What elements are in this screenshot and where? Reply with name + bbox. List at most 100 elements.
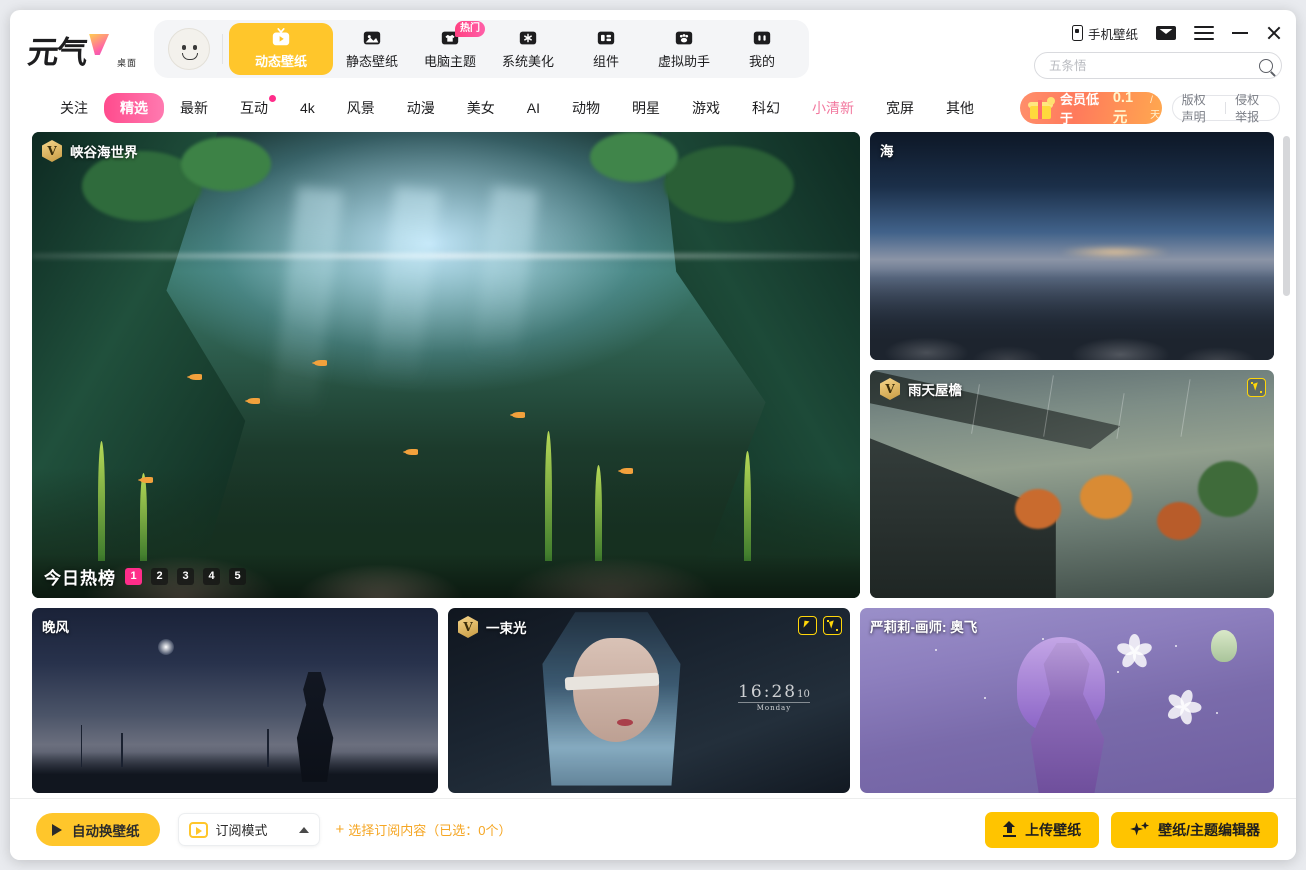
auto-change-wallpaper-button[interactable]: 自动换壁纸 <box>36 813 160 846</box>
sparkle-cursor-icon[interactable] <box>1247 378 1266 397</box>
wallpaper-card-yanlili[interactable]: 严莉莉-画师: 奥飞 <box>860 608 1274 793</box>
hot-page-5[interactable]: 5 <box>229 567 246 585</box>
wallpaper-thumbnail <box>32 132 860 598</box>
card-title-group: 严莉莉-画师: 奥飞 <box>870 616 977 636</box>
copyright-statement-link[interactable]: 版权声明 <box>1173 91 1226 125</box>
clock-time: 16:28 <box>738 682 798 702</box>
wallpaper-title: 严莉莉-画师: 奥飞 <box>870 620 978 635</box>
nav-item-dynamic-wallpaper[interactable]: 动态壁纸 <box>229 23 333 75</box>
nav-label: 我的 <box>748 54 775 69</box>
wallpaper-title: 峡谷海世界 <box>70 145 138 160</box>
logo-text: 元气 <box>25 34 88 71</box>
wallpaper-card-rainy-eaves[interactable]: V 雨天屋檐 <box>870 370 1274 598</box>
face-icon <box>753 31 771 45</box>
cursor-icon[interactable] <box>798 616 817 635</box>
paw-icon <box>675 31 693 45</box>
avatar-eye-left-icon <box>182 45 186 50</box>
phone-wallpaper-label: 手机壁纸 <box>1087 27 1138 42</box>
category-tab-anime[interactable]: 动漫 <box>391 93 451 123</box>
nav-item-pc-theme[interactable]: 热门 电脑主题 <box>411 21 489 75</box>
vip-badge-icon: V <box>42 140 62 162</box>
category-tab-fresh[interactable]: 小清新 <box>796 93 870 123</box>
avatar[interactable] <box>168 28 210 70</box>
nav-label: 电脑主题 <box>423 54 476 69</box>
wallpaper-card-hero[interactable]: V 峡谷海世界 今日热榜 1 2 3 4 5 <box>32 132 860 598</box>
mail-icon[interactable] <box>1156 26 1176 40</box>
search-box[interactable] <box>1034 52 1282 79</box>
select-subscribe-content-link[interactable]: + 选择订阅内容（已选：0个） <box>336 820 512 839</box>
upload-wallpaper-button[interactable]: 上传壁纸 <box>985 811 1100 848</box>
close-icon[interactable] <box>1266 25 1282 41</box>
wallpaper-theme-editor-button[interactable]: 壁纸/主题编辑器 <box>1111 811 1278 848</box>
subscribe-mode-dropdown[interactable]: 订阅模式 <box>177 813 320 846</box>
hot-page-3[interactable]: 3 <box>177 567 194 585</box>
wallpaper-thumbnail <box>32 608 438 793</box>
category-tab-latest[interactable]: 最新 <box>164 93 224 123</box>
search-input[interactable] <box>1049 58 1259 73</box>
category-tab-games[interactable]: 游戏 <box>676 93 736 123</box>
app-logo[interactable]: 元气 桌面 <box>25 21 140 77</box>
category-tab-scifi[interactable]: 科幻 <box>736 93 796 123</box>
hot-page-2[interactable]: 2 <box>151 567 168 585</box>
wallpaper-grid-bottom: 晚风 16:2810 Monday V 一束光 严莉莉-画师: 奥飞 <box>32 608 1274 793</box>
balloon-icon <box>1210 630 1237 663</box>
category-tab-interactive[interactable]: 互动 <box>224 93 284 123</box>
category-tab-follow[interactable]: 关注 <box>44 93 104 123</box>
category-tab-featured[interactable]: 精选 <box>104 93 164 123</box>
category-tab-ai[interactable]: AI <box>511 95 556 121</box>
logo-subtitle: 桌面 <box>115 56 138 69</box>
scrollbar-thumb[interactable] <box>1283 136 1290 296</box>
app-header: 元气 桌面 动态壁纸 静态壁纸 热门 电脑主题 系统美化 组件 虚拟助手 我的 … <box>10 10 1296 88</box>
nav-divider <box>222 34 223 64</box>
category-tab-beauty[interactable]: 美女 <box>451 93 511 123</box>
layout-icon <box>597 31 615 45</box>
wallpaper-thumbnail <box>870 132 1274 360</box>
snowflake-icon <box>519 31 537 45</box>
hot-badge: 热门 <box>455 21 485 37</box>
hamburger-menu-icon[interactable] <box>1194 26 1214 40</box>
phone-wallpaper-button[interactable]: 手机壁纸 <box>1071 24 1138 43</box>
wallpaper-grid-container: V 峡谷海世界 今日热榜 1 2 3 4 5 海 V 雨天屋檐 晚风 16:28… <box>10 128 1296 798</box>
editor-label: 壁纸/主题编辑器 <box>1158 821 1260 838</box>
tv-icon <box>188 821 208 838</box>
category-tab-4k[interactable]: 4k <box>284 95 331 121</box>
nav-label: 系统美化 <box>501 54 554 69</box>
nav-label: 虚拟助手 <box>657 54 710 69</box>
category-tab-scenery[interactable]: 风景 <box>331 93 391 123</box>
nav-item-system-beautify[interactable]: 系统美化 <box>489 23 567 75</box>
category-tab-animals[interactable]: 动物 <box>556 93 616 123</box>
category-tab-celebrity[interactable]: 明星 <box>616 93 676 123</box>
content-scrollbar[interactable] <box>1283 136 1290 788</box>
category-tab-label: 互动 <box>240 100 268 116</box>
upload-icon <box>1003 821 1017 837</box>
tv-play-icon <box>272 28 290 46</box>
search-icon[interactable] <box>1259 58 1273 73</box>
card-title-group: 晚风 <box>42 616 69 636</box>
wallpaper-card-evening-wind[interactable]: 晚风 <box>32 608 438 793</box>
avatar-eye-right-icon <box>193 45 197 50</box>
wallpaper-card-sea[interactable]: 海 <box>870 132 1274 360</box>
vip-promo-banner[interactable]: 会员低于 0.1元 /天 <box>1020 92 1162 124</box>
sparkle-cursor-icon[interactable] <box>823 616 842 635</box>
phone-icon <box>1071 25 1083 41</box>
upload-label: 上传壁纸 <box>1025 821 1082 838</box>
category-tab-other[interactable]: 其他 <box>930 93 990 123</box>
subscribe-mode-label: 订阅模式 <box>215 823 268 838</box>
nav-item-widgets[interactable]: 组件 <box>567 23 645 75</box>
play-icon <box>52 823 62 836</box>
infringement-report-link[interactable]: 侵权举报 <box>1226 91 1279 125</box>
nav-item-static-wallpaper[interactable]: 静态壁纸 <box>333 23 411 75</box>
category-tab-widescreen[interactable]: 宽屏 <box>870 93 930 123</box>
wallpaper-card-beam-of-light[interactable]: 16:2810 Monday V 一束光 <box>448 608 850 793</box>
vip-badge-icon: V <box>458 616 478 638</box>
minimize-icon[interactable] <box>1232 32 1248 34</box>
clock-overlay: 16:2810 Monday <box>738 682 810 712</box>
hot-page-1[interactable]: 1 <box>125 567 142 585</box>
card-title-group: V 雨天屋檐 <box>880 378 962 400</box>
logo-exclamation-icon <box>89 34 109 55</box>
nav-label: 组件 <box>592 54 619 69</box>
hot-page-4[interactable]: 4 <box>203 567 220 585</box>
nav-item-mine[interactable]: 我的 <box>723 23 801 75</box>
wallpaper-thumbnail <box>870 370 1274 598</box>
nav-item-virtual-assistant[interactable]: 虚拟助手 <box>645 23 723 75</box>
